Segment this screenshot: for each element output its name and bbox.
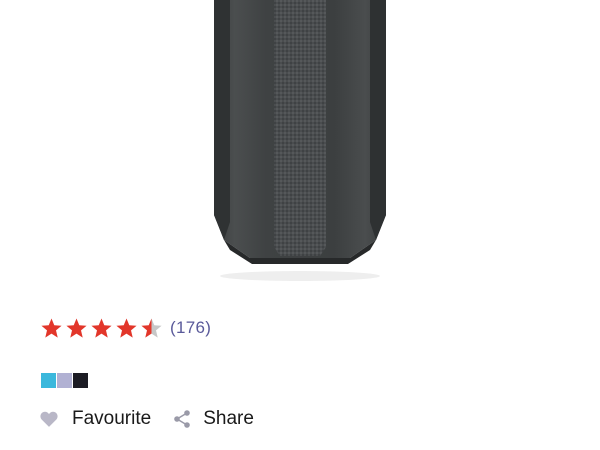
share-icon <box>173 409 191 429</box>
star-full-icon <box>91 317 112 338</box>
swatch-black[interactable] <box>73 373 88 388</box>
star-full-icon <box>66 317 87 338</box>
favourite-button[interactable]: Favourite <box>40 408 151 430</box>
share-label: Share <box>203 408 254 429</box>
review-count[interactable]: (176) <box>170 318 211 338</box>
star-half-icon <box>141 317 162 338</box>
star-full-icon <box>41 317 62 338</box>
color-swatches <box>41 373 88 388</box>
product-image <box>200 0 400 290</box>
heart-icon <box>40 411 58 427</box>
rating[interactable]: (176) <box>40 313 211 343</box>
favourite-label: Favourite <box>72 408 152 429</box>
speaker-image <box>214 0 386 281</box>
star-rating <box>40 317 163 340</box>
product-actions: Favourite Share <box>40 405 254 433</box>
share-button[interactable]: Share <box>173 408 254 430</box>
swatch-lavender[interactable] <box>57 373 72 388</box>
swatch-blue[interactable] <box>41 373 56 388</box>
star-full-icon <box>116 317 137 338</box>
